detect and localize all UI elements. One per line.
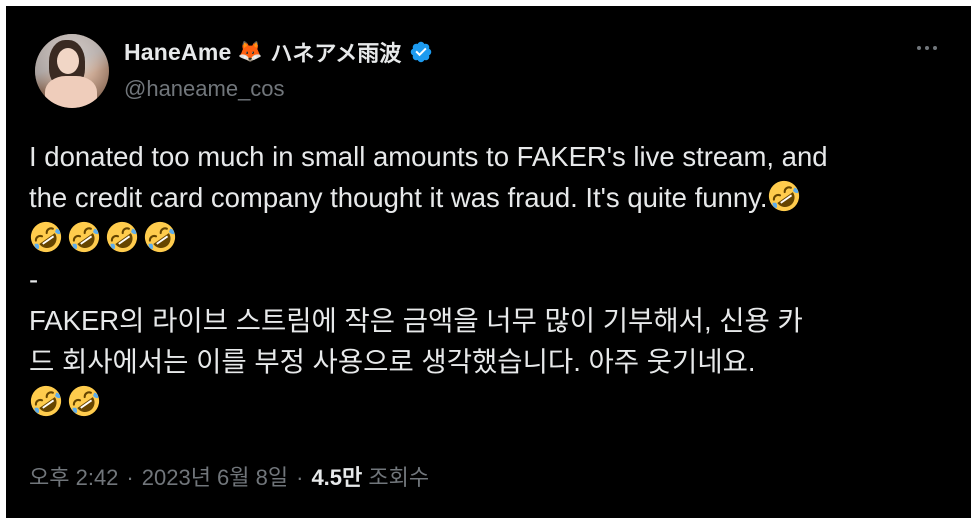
author-handle[interactable]: @haneame_cos	[124, 76, 285, 102]
more-dot	[933, 46, 937, 50]
tweet-card: HaneAme 🦊 ハネアメ雨波 @haneame_cos I donated …	[6, 6, 971, 518]
emoji-row-1	[29, 218, 949, 259]
emoji-row-2	[29, 382, 949, 423]
author-name-row[interactable]: HaneAme 🦊 ハネアメ雨波	[124, 36, 433, 68]
rolling-laughing-emoji-icon	[67, 384, 101, 418]
tweet-line-en-2: the credit card company thought it was f…	[29, 182, 768, 213]
meta-separator: ·	[296, 465, 304, 490]
tweet-text: I donated too much in small amounts to F…	[29, 136, 949, 423]
author-avatar[interactable]	[35, 34, 109, 108]
views-label: 조회수	[368, 465, 430, 490]
more-dot	[917, 46, 921, 50]
more-options-icon[interactable]	[912, 36, 942, 60]
rolling-laughing-emoji-icon	[767, 179, 801, 213]
fox-emoji-icon: 🦊	[237, 41, 263, 63]
author-display-name[interactable]: HaneAme	[124, 39, 232, 66]
author-kana-name[interactable]: ハネアメ雨波	[270, 36, 401, 68]
more-dot	[925, 46, 929, 50]
tweet-line-ko-1: FAKER의 라이브 스트림에 작은 금액을 너무 많이 기부해서, 신용 카	[29, 305, 803, 336]
verified-badge-icon	[411, 41, 432, 63]
rolling-laughing-emoji-icon	[67, 220, 101, 254]
avatar-body	[45, 76, 97, 108]
tweet-date[interactable]: 2023년 6월 8일	[142, 460, 288, 492]
rolling-laughing-emoji-icon	[29, 384, 63, 418]
rolling-laughing-emoji-icon	[143, 220, 177, 254]
tweet-line-ko-2: 드 회사에서는 이를 부정 사용으로 생각했습니다. 아주 웃기네요.	[29, 346, 756, 377]
tweet-meta: 오후 2:42 · 2023년 6월 8일 · 4.5만 조회수	[29, 460, 429, 492]
meta-separator: ·	[126, 465, 134, 490]
avatar-face	[57, 48, 79, 74]
tweet-line-en-2-row: the credit card company thought it was f…	[29, 177, 949, 218]
separator-dash: -	[29, 264, 39, 295]
rolling-laughing-emoji-icon	[105, 220, 139, 254]
views-count: 4.5만	[311, 465, 363, 490]
rolling-laughing-emoji-icon	[29, 220, 63, 254]
tweet-time[interactable]: 오후 2:42	[29, 460, 118, 492]
tweet-line-en-1: I donated too much in small amounts to F…	[29, 141, 828, 172]
